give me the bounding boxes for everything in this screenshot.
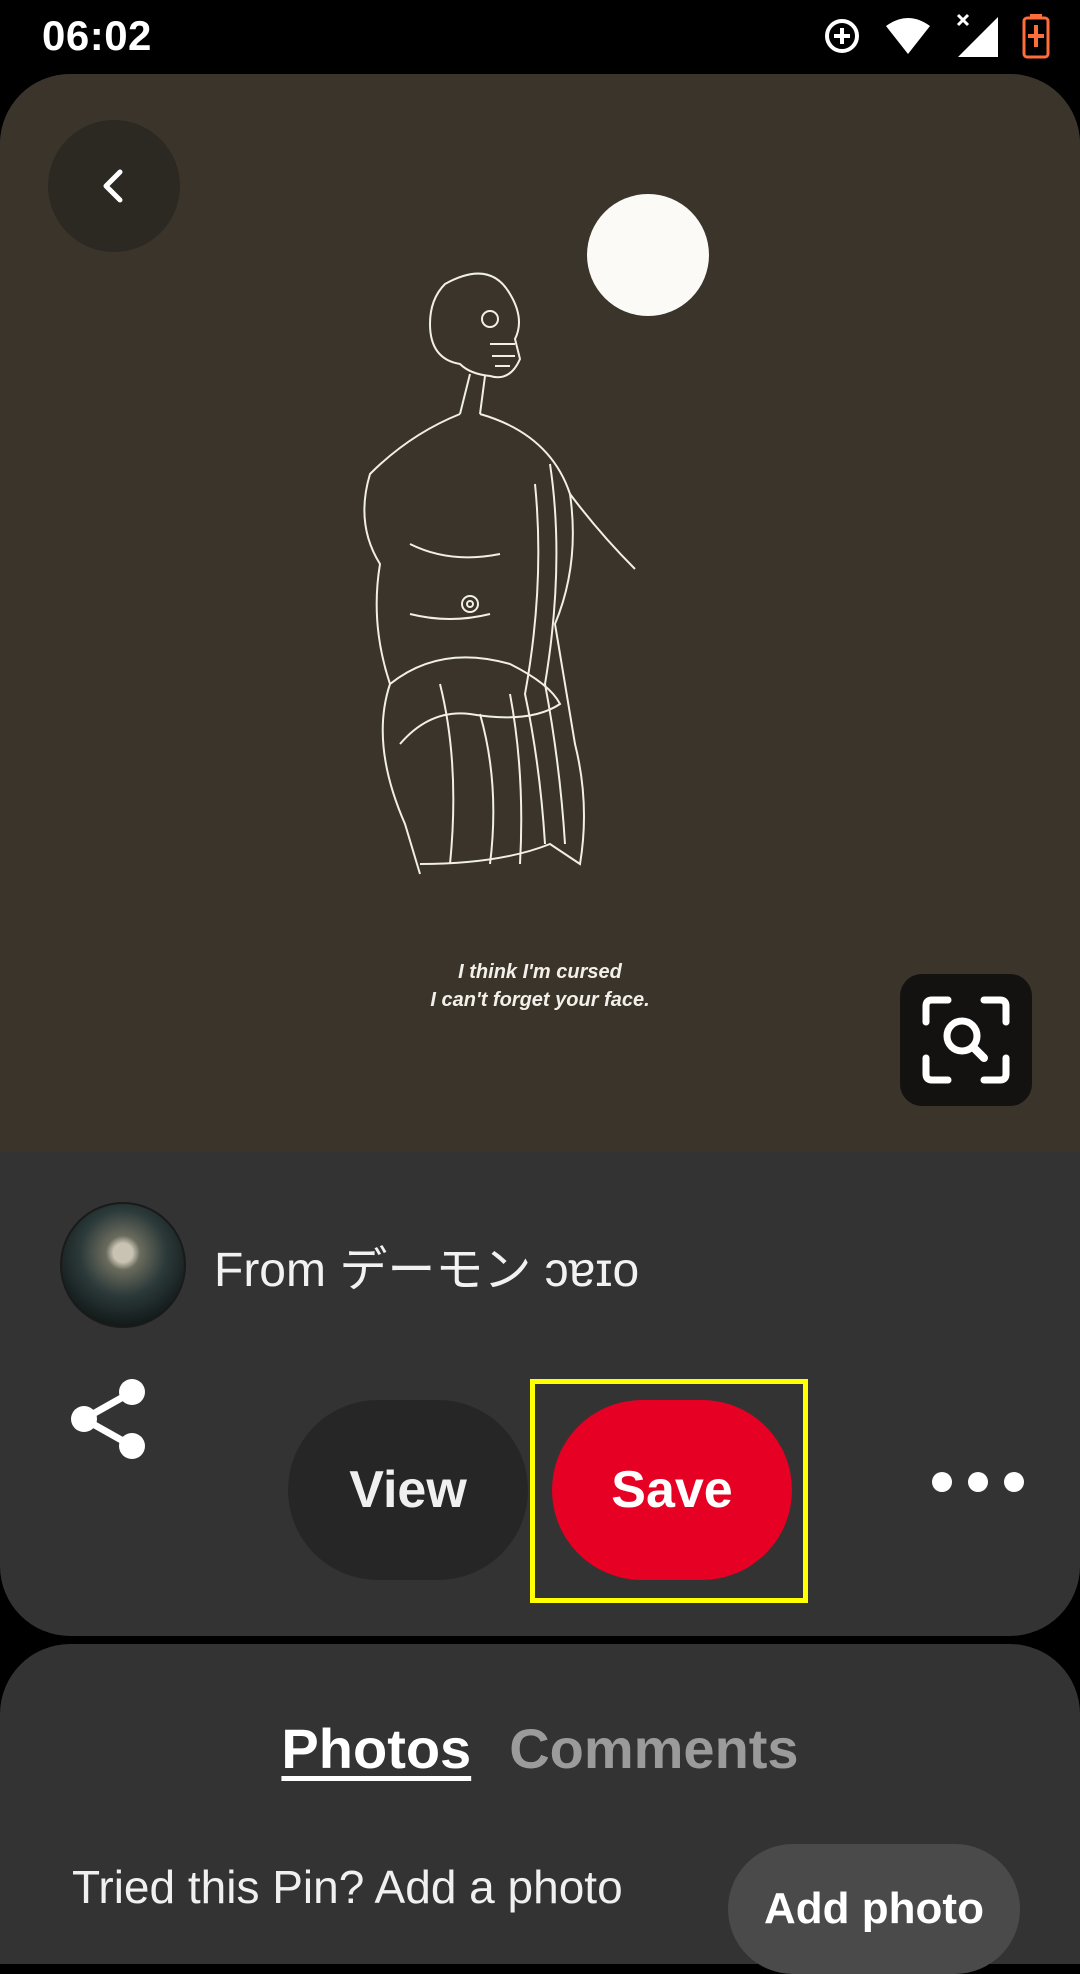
tab-comments[interactable]: Comments — [509, 1716, 798, 1781]
lens-search-icon — [922, 996, 1010, 1084]
battery-charging-icon — [1022, 14, 1050, 59]
back-button[interactable] — [48, 120, 180, 252]
creator-row[interactable]: From デーモン ᴐɐɪo — [60, 1202, 639, 1328]
avatar[interactable] — [60, 1202, 186, 1328]
pin-image[interactable]: I think I'm cursed I can't forget your f… — [0, 74, 1080, 1152]
photos-comments-sheet: Photos Comments Tried this Pin? Add a ph… — [0, 1644, 1080, 1974]
creator-prefix: From — [214, 1244, 326, 1297]
status-time: 06:02 — [42, 12, 152, 59]
creator-name[interactable]: デーモン ᴐɐɪo — [339, 1244, 639, 1297]
signal-icon — [956, 13, 998, 57]
skeleton-line-art — [363, 272, 636, 875]
save-button[interactable]: Save — [552, 1400, 792, 1580]
chevron-left-icon — [103, 169, 123, 203]
add-photo-prompt: Tried this Pin? Add a photo — [72, 1861, 623, 1913]
visual-search-button[interactable] — [900, 974, 1032, 1106]
data-saver-icon — [825, 19, 859, 53]
more-options-icon[interactable] — [922, 1462, 1034, 1502]
wifi-icon — [886, 18, 930, 54]
tab-photos[interactable]: Photos — [281, 1716, 471, 1781]
share-icon[interactable] — [64, 1374, 154, 1464]
creator-attribution: From デーモン ᴐɐɪo — [214, 1230, 639, 1300]
view-button[interactable]: View — [288, 1400, 528, 1580]
add-photo-button[interactable]: Add photo — [728, 1844, 1020, 1974]
pin-card: I think I'm cursed I can't forget your f… — [0, 74, 1080, 1636]
status-icons — [822, 12, 1050, 60]
tab-bar: Photos Comments — [0, 1716, 1080, 1781]
status-bar: 06:02 — [0, 0, 1080, 72]
